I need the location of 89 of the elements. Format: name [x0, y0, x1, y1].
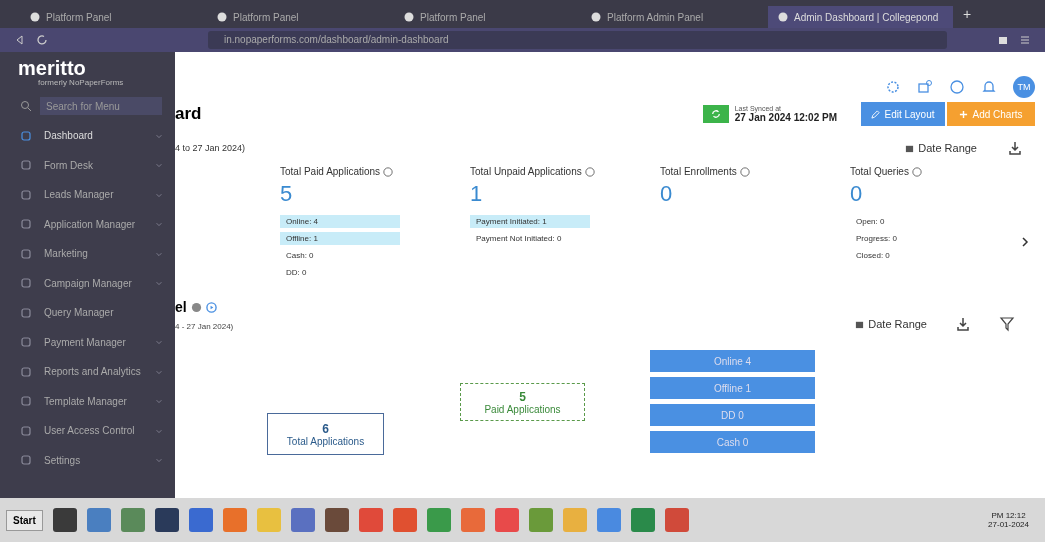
download-icon[interactable] — [955, 316, 971, 332]
section-title: el — [175, 299, 187, 315]
new-tab-button[interactable]: + — [955, 6, 980, 22]
play-icon[interactable] — [205, 301, 217, 313]
sidebar-item[interactable]: Campaign Manager — [0, 268, 175, 298]
payment-mode-bar: Cash 0 — [650, 431, 815, 453]
globe-icon — [30, 12, 40, 22]
filter-icon[interactable] — [999, 316, 1015, 332]
paid-applications-node: 5 Paid Applications — [460, 383, 585, 421]
taskbar-app-icon[interactable] — [52, 508, 77, 532]
globe-icon — [217, 12, 227, 22]
logo-tagline: formerly NoPaperForms — [37, 78, 125, 87]
globe-icon — [778, 12, 788, 22]
plus-icon — [959, 109, 969, 119]
globe-icon — [591, 12, 601, 22]
breakdown-line: Open: 0 — [855, 216, 886, 228]
sidebar-item[interactable]: Leads Manager — [0, 180, 175, 210]
menu-item-icon — [20, 247, 32, 260]
card-title: Total Enrollments — [660, 166, 737, 177]
period-text: 4 to 27 Jan 2024) — [175, 143, 247, 153]
card-title: Total Queries — [850, 166, 909, 177]
page-title: ard — [175, 104, 203, 124]
edit-icon — [871, 109, 881, 119]
bell-icon[interactable] — [981, 79, 997, 95]
start-button[interactable]: Start — [6, 509, 43, 531]
search-field[interactable]: Search for Menu — [40, 97, 162, 115]
sync-button[interactable] — [702, 105, 729, 123]
breakdown-line: Closed: 0 — [855, 250, 891, 262]
download-icon[interactable] — [1007, 140, 1023, 156]
sidebar-item[interactable]: Application Manager — [0, 209, 175, 239]
card-value: 0 — [850, 181, 863, 207]
sidebar-item[interactable]: Reports and Analytics — [0, 357, 175, 387]
breakdown-line: Cash: 0 — [285, 250, 315, 262]
sidebar-item[interactable]: Template Manager — [0, 386, 175, 416]
menu-item-icon — [20, 336, 32, 349]
total-applications-node: 6 Total Applications — [267, 413, 384, 455]
avatar[interactable]: TM — [1013, 76, 1035, 98]
address-bar[interactable]: in.nopaperforms.com/dashboard/admin-dashboard — [208, 31, 947, 49]
date-range-button[interactable]: Date Range — [855, 318, 927, 330]
menu-item-icon — [20, 395, 32, 408]
menu-item-icon — [20, 277, 32, 290]
browser-tab[interactable]: Platform Panel — [207, 6, 392, 28]
breakdown-line: Progress: 0 — [855, 233, 898, 245]
payment-mode-bar: Online 4 — [650, 350, 815, 372]
menu-item-icon — [20, 306, 32, 319]
menu-item-icon — [20, 424, 32, 437]
sidebar-item[interactable]: Dashboard — [0, 121, 175, 151]
taskbar-app-icon[interactable] — [324, 508, 349, 532]
card-title: Total Paid Applications — [280, 166, 381, 177]
globe-icon — [404, 12, 414, 22]
sidebar-item[interactable]: Settings — [0, 445, 175, 475]
breakdown-line: Payment Not Initiated: 0 — [475, 233, 563, 245]
browser-tab[interactable]: Platform Panel — [394, 6, 579, 28]
chevron-right-icon[interactable] — [1020, 236, 1030, 248]
browser-tab[interactable]: Platform Admin Panel — [581, 6, 766, 28]
sidebar-item[interactable]: Form Desk — [0, 150, 175, 180]
video-icon[interactable] — [917, 79, 933, 95]
sidebar-item[interactable]: Payment Manager — [0, 327, 175, 357]
menu-item-icon — [20, 454, 32, 467]
payment-mode-bar: Offline 1 — [650, 377, 815, 399]
period-text: 4 - 27 Jan 2024) — [175, 322, 234, 331]
card-value: 0 — [660, 181, 673, 207]
reload-icon[interactable] — [36, 34, 48, 46]
back-icon[interactable] — [14, 34, 26, 46]
search-icon — [20, 100, 32, 112]
menu-item-icon — [20, 188, 32, 201]
browser-tab[interactable]: Platform Panel — [20, 6, 205, 28]
sync-icon — [710, 109, 721, 119]
payment-mode-bar: DD 0 — [650, 404, 815, 426]
sidebar-item[interactable]: User Access Control — [0, 416, 175, 446]
sidebar-item[interactable]: Marketing — [0, 239, 175, 269]
sidebar-item[interactable]: Query Manager — [0, 298, 175, 328]
menu-item-icon — [20, 129, 32, 142]
card-value: 5 — [280, 181, 293, 207]
card-title: Total Unpaid Applications — [470, 166, 582, 177]
breakdown-line: DD: 0 — [285, 267, 308, 279]
taskbar-app-icon[interactable] — [154, 508, 179, 532]
menu-item-icon — [20, 365, 32, 378]
logo: meritto — [18, 58, 87, 78]
last-synced-time: 27 Jan 2024 12:02 PM — [734, 112, 837, 123]
menu-item-icon — [20, 218, 32, 231]
menu-item-icon — [20, 159, 32, 172]
edit-layout-button[interactable]: Edit Layout — [861, 102, 945, 126]
date-range-button[interactable]: Date Range — [905, 142, 977, 154]
card-value: 1 — [470, 181, 483, 207]
taskbar-app-icon[interactable] — [188, 508, 213, 532]
clock: PM 12:12 27-01-2024 — [988, 511, 1029, 529]
menu-icon[interactable] — [1019, 34, 1031, 46]
browser-tab[interactable]: Admin Dashboard | Collegepond — [768, 6, 953, 28]
